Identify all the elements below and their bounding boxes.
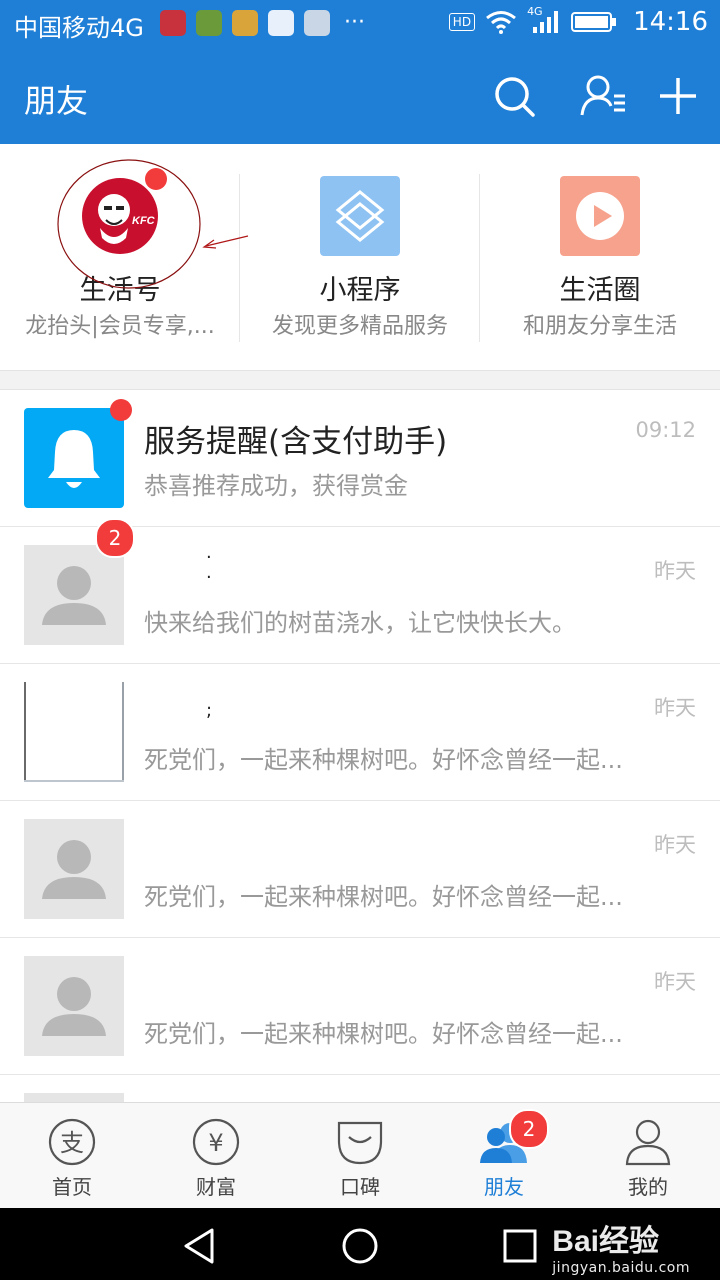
- message-preview: 死党们，一起来种棵树吧。好怀念曾经一起...: [144, 883, 623, 911]
- contacts-button[interactable]: [578, 72, 626, 120]
- status-icons: HD 4G 14:16: [448, 5, 708, 37]
- list-item[interactable]: [0, 1075, 720, 1102]
- app-notification-icon: [196, 10, 222, 36]
- page-title: 朋友: [24, 82, 89, 120]
- bottom-tab-bar: 支 首页 ¥ 财富 口碑 2 朋友 我的: [0, 1102, 720, 1208]
- unread-dot: [145, 168, 167, 190]
- default-avatar-icon: [24, 545, 124, 645]
- entry-subtitle: 和朋友分享生活: [522, 314, 677, 339]
- tab-label: 口碑: [340, 1175, 380, 1199]
- watermark-url: jingyan.baidu.com: [552, 1260, 690, 1276]
- default-avatar-icon: [24, 956, 124, 1056]
- add-icon: [660, 78, 696, 114]
- tab-wealth[interactable]: ¥ 财富: [144, 1103, 288, 1209]
- bell-icon: [24, 408, 124, 508]
- baidu-jingyan-watermark: Bai经验 jingyan.baidu.com: [552, 1216, 690, 1276]
- list-item[interactable]: 死党们，一起来种棵树吧。好怀念曾经一起... 昨天: [0, 938, 720, 1075]
- default-avatar-icon: [24, 1093, 124, 1102]
- tab-label: 我的: [628, 1175, 668, 1199]
- app-notification-icon: [160, 10, 186, 36]
- profile-icon: [625, 1119, 671, 1166]
- message-time: 昨天: [654, 696, 696, 720]
- redacted-mark: ·: [206, 567, 212, 588]
- tab-label: 首页: [52, 1175, 92, 1199]
- redacted-mark: ·: [206, 547, 212, 568]
- contacts-icon: [580, 75, 625, 116]
- tab-home[interactable]: 支 首页: [0, 1103, 144, 1209]
- koubei-icon: [337, 1121, 383, 1165]
- home-icon[interactable]: [340, 1226, 380, 1266]
- svg-text:KFC: KFC: [132, 215, 156, 227]
- message-preview: 恭喜推荐成功，获得赏金: [144, 472, 408, 500]
- message-title: 服务提醒(含支付助手): [144, 424, 448, 460]
- search-icon: [495, 77, 535, 117]
- message-preview: 死党们，一起来种棵树吧。好怀念曾经一起...: [144, 746, 623, 774]
- message-preview: 死党们，一起来种棵树吧。好怀念曾经一起...: [144, 1020, 623, 1048]
- wifi-icon: [486, 11, 516, 34]
- watermark-brand: Bai经验: [552, 1225, 659, 1258]
- life-account-entry[interactable]: KFC 生活号 龙抬头|会员专享,...: [0, 144, 240, 370]
- list-item[interactable]: 死党们，一起来种棵树吧。好怀念曾经一起... 昨天: [0, 801, 720, 938]
- kfc-logo-icon: KFC: [82, 178, 158, 254]
- redacted-mark: ;: [206, 700, 213, 721]
- mini-program-entry[interactable]: 小程序 发现更多精品服务: [240, 144, 480, 370]
- wealth-icon: ¥: [192, 1118, 240, 1166]
- lock-notification-icon: [232, 10, 258, 36]
- tab-friends[interactable]: 2 朋友: [432, 1103, 576, 1209]
- svg-text:¥: ¥: [208, 1129, 223, 1157]
- tab-koubei[interactable]: 口碑: [288, 1103, 432, 1209]
- clock: 14:16: [633, 7, 708, 37]
- search-button[interactable]: [490, 72, 538, 120]
- message-time: 09:12: [635, 418, 696, 442]
- entry-subtitle: 发现更多精品服务: [271, 314, 448, 339]
- default-avatar-icon: [24, 819, 124, 919]
- section-gap: [0, 370, 720, 390]
- photo-avatar-icon: [24, 682, 124, 782]
- unread-count-badge: 2: [509, 1109, 549, 1149]
- signal-icon: 4G: [527, 5, 561, 35]
- list-item[interactable]: 2 · · 快来给我们的树苗浇水，让它快快长大。 昨天: [0, 518, 720, 664]
- battery-icon: [571, 12, 617, 32]
- notification-icons: ···: [160, 10, 365, 36]
- entry-title: 生活号: [79, 275, 161, 306]
- entry-title: 生活圈: [559, 275, 641, 306]
- entry-subtitle: 龙抬头|会员专享,...: [25, 314, 215, 339]
- status-bar: 中国移动4G ··· HD 4G 14:16: [0, 0, 720, 48]
- message-time: 昨天: [654, 833, 696, 857]
- alipay-home-icon: 支: [48, 1118, 96, 1166]
- tab-profile[interactable]: 我的: [576, 1103, 720, 1209]
- message-time: 昨天: [654, 970, 696, 994]
- system-nav-bar: Bai经验 jingyan.baidu.com: [0, 1208, 720, 1280]
- back-icon[interactable]: [180, 1226, 220, 1266]
- image-notification-icon: [304, 10, 330, 36]
- tab-label: 朋友: [484, 1175, 524, 1199]
- list-item[interactable]: ; 死党们，一起来种棵树吧。好怀念曾经一起... 昨天: [0, 664, 720, 801]
- entry-title: 小程序: [319, 275, 401, 306]
- baidu-notification-icon: [268, 10, 294, 36]
- recent-apps-icon[interactable]: [500, 1226, 540, 1266]
- carrier-label: 中国移动4G: [14, 14, 144, 42]
- quick-entries: KFC 生活号 龙抬头|会员专享,... 小程序 发现更多精品服务 生活圈 和朋…: [0, 144, 720, 370]
- mini-program-icon: [320, 176, 400, 256]
- life-circle-entry[interactable]: 生活圈 和朋友分享生活: [480, 144, 720, 370]
- hd-icon: HD: [448, 13, 476, 31]
- app-header: 朋友: [0, 48, 720, 144]
- message-list: 服务提醒(含支付助手) 恭喜推荐成功，获得赏金 09:12 2 · · 快来给我…: [0, 390, 720, 1102]
- add-button[interactable]: [654, 72, 702, 120]
- svg-text:支: 支: [60, 1129, 84, 1157]
- unread-count-badge: 2: [95, 518, 135, 558]
- tab-label: 财富: [196, 1175, 236, 1199]
- life-circle-icon: [560, 176, 640, 256]
- message-time: 昨天: [654, 559, 696, 583]
- more-notifications-icon: ···: [344, 10, 365, 35]
- unread-dot: [110, 399, 132, 421]
- message-preview: 快来给我们的树苗浇水，让它快快长大。: [144, 609, 576, 637]
- list-item[interactable]: 服务提醒(含支付助手) 恭喜推荐成功，获得赏金 09:12: [0, 390, 720, 527]
